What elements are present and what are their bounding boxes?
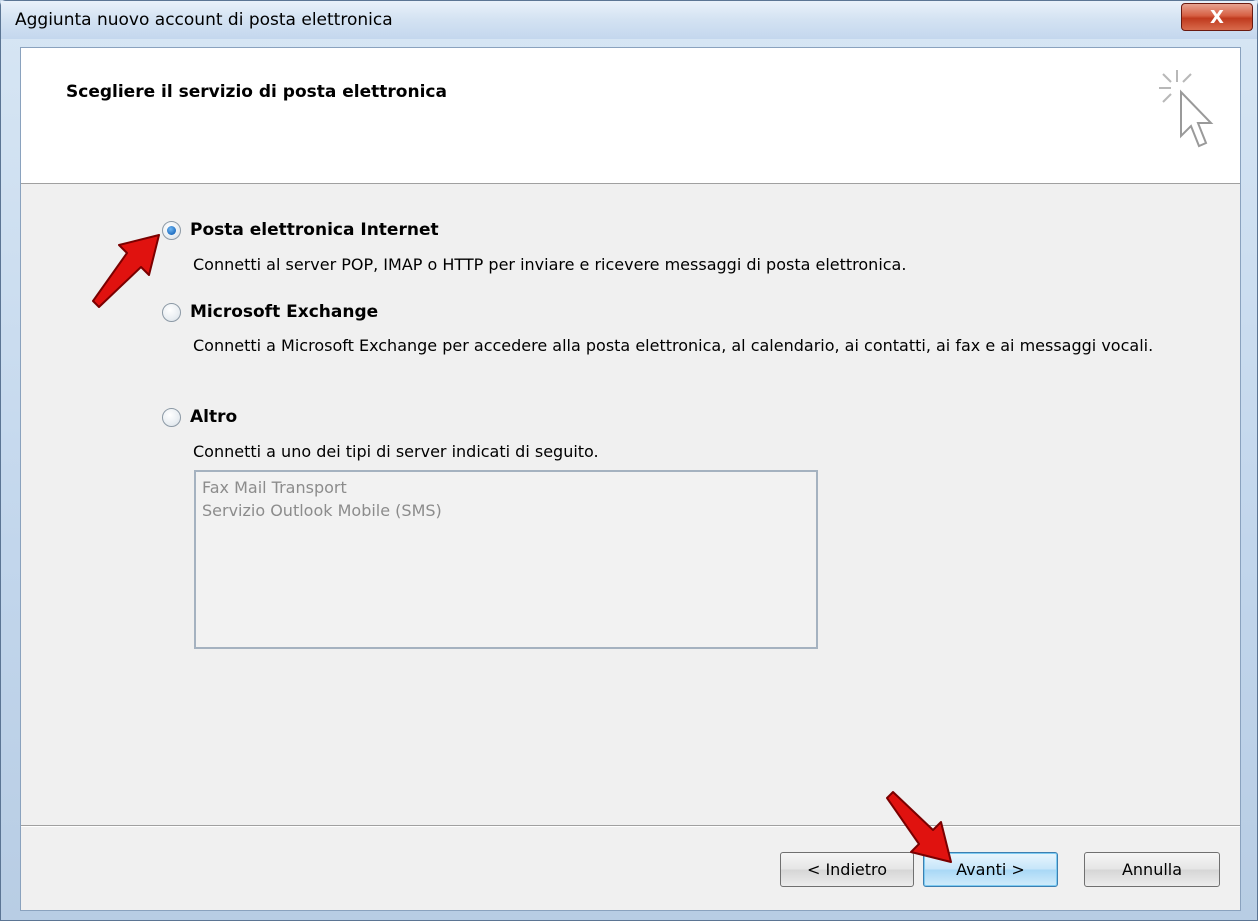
other-servers-listbox[interactable]: Fax Mail Transport Servizio Outlook Mobi… — [194, 470, 818, 649]
option-description: Connetti a uno dei tipi di server indica… — [193, 442, 599, 461]
option-internet-email[interactable]: Posta elettronica Internet — [162, 220, 439, 240]
option-other[interactable]: Altro — [162, 407, 237, 427]
dialog-content: Scegliere il servizio di posta elettroni… — [20, 47, 1241, 911]
close-icon: X — [1210, 6, 1224, 28]
back-button-label: < Indietro — [806, 860, 888, 879]
option-label: Microsoft Exchange — [190, 302, 379, 322]
next-button-label: Avanti > — [956, 860, 1025, 879]
page-title: Scegliere il servizio di posta elettroni… — [66, 82, 447, 102]
radio-other[interactable] — [162, 407, 181, 427]
option-description: Connetti al server POP, IMAP o HTTP per … — [193, 255, 907, 274]
radio-microsoft-exchange[interactable] — [162, 302, 181, 322]
title-bar[interactable]: Aggiunta nuovo account di posta elettron… — [1, 1, 1257, 39]
option-microsoft-exchange[interactable]: Microsoft Exchange — [162, 302, 378, 322]
cancel-button-label: Annulla — [1121, 860, 1183, 879]
cancel-button[interactable]: Annulla — [1084, 852, 1220, 887]
footer-divider — [21, 825, 1240, 827]
wizard-header: Scegliere il servizio di posta elettroni… — [21, 48, 1240, 184]
list-item[interactable]: Servizio Outlook Mobile (SMS) — [202, 499, 810, 522]
next-button[interactable]: Avanti > — [923, 852, 1058, 887]
radio-internet-email[interactable] — [162, 220, 181, 240]
option-label: Posta elettronica Internet — [190, 220, 439, 240]
option-label: Altro — [190, 407, 238, 427]
wizard-cursor-icon — [1159, 70, 1214, 148]
window-title: Aggiunta nuovo account di posta elettron… — [15, 10, 393, 30]
option-description: Connetti a Microsoft Exchange per accede… — [193, 336, 1154, 355]
back-button[interactable]: < Indietro — [780, 852, 914, 887]
list-item[interactable]: Fax Mail Transport — [202, 476, 810, 499]
close-button[interactable]: X — [1181, 3, 1253, 31]
dialog-window: Aggiunta nuovo account di posta elettron… — [0, 0, 1258, 921]
